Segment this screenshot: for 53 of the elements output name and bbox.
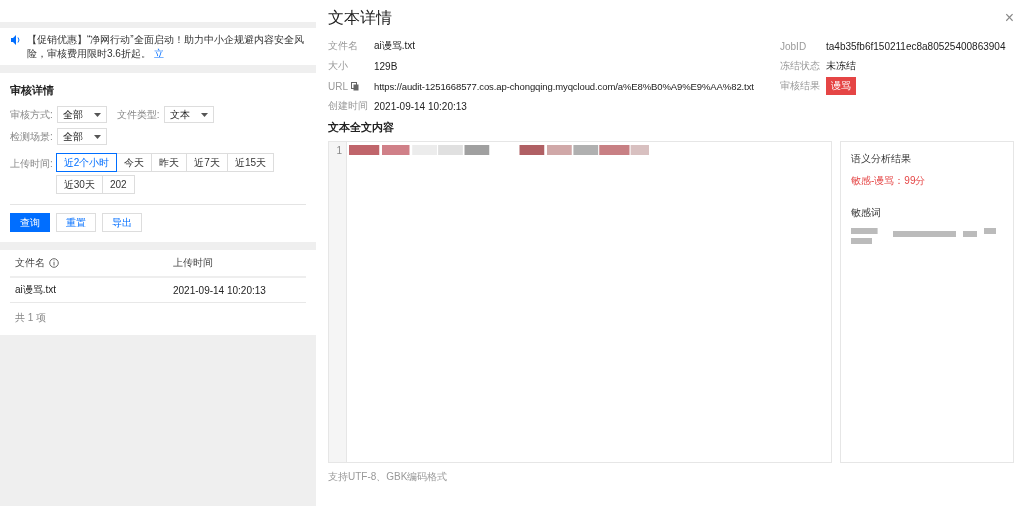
field-label: 审核结果: [780, 79, 820, 93]
time-range-tab[interactable]: 近15天: [226, 153, 275, 172]
field-label: 创建时间: [328, 99, 368, 113]
caret-icon: [93, 112, 101, 117]
speaker-icon: [10, 34, 22, 46]
filter-label: 审核方式:: [10, 107, 53, 122]
filter-select[interactable]: 文本: [163, 106, 214, 123]
caret-icon: [93, 134, 101, 139]
caret-icon: [200, 112, 208, 117]
time-range-tab[interactable]: 近7天: [186, 153, 228, 172]
column-header: 文件名: [15, 256, 45, 270]
close-button[interactable]: ×: [1004, 9, 1014, 27]
time-range-tab[interactable]: 今天: [116, 153, 153, 172]
field-label: JobID: [780, 40, 807, 52]
info-icon: [49, 258, 59, 268]
field-value: https://audit-1251668577.cos.ap-chongqing.myqcloud.com/a%E8%B0%A9%E9%AA%82.txt: [374, 80, 754, 92]
copy-icon[interactable]: [351, 81, 359, 91]
query-button[interactable]: 查询: [10, 213, 50, 232]
field-value: ai谩骂.txt: [374, 39, 416, 53]
field-value: 2021-09-14 10:20:13: [374, 100, 467, 112]
total-count: 共 1 项: [14, 311, 48, 325]
field-value: ta4b35fb6f150211ec8a80525400863904: [826, 40, 1006, 52]
drawer-title: 文本详情: [328, 7, 392, 28]
time-range-tab[interactable]: 近2个小时: [55, 153, 118, 172]
filter-select[interactable]: 全部: [56, 106, 107, 123]
table-cell: ai谩骂.txt: [15, 283, 57, 297]
promo-text: 【促销优惠】“净网行动”全面启动！助力中小企规避内容安全风险，审核费用限时3.6折起。 立: [27, 33, 305, 60]
field-value: 129B: [374, 60, 398, 72]
action-button[interactable]: 导出: [102, 213, 142, 232]
encoding-note: 支持UTF-8、GBK编码格式: [328, 470, 449, 484]
filter-label: 文件类型:: [116, 107, 160, 122]
time-range-tab[interactable]: 202: [101, 175, 135, 194]
analysis-title: 语义分析结果: [851, 152, 912, 166]
field-label: 冻结状态: [780, 59, 820, 73]
keywords-title: 敏感词: [851, 206, 882, 220]
field-value: 未冻结: [826, 59, 856, 73]
field-label: 大小: [328, 59, 348, 73]
time-range-tab[interactable]: 近30天: [55, 175, 103, 194]
promo-link[interactable]: 立: [153, 47, 164, 59]
field-label: 文件名: [328, 39, 358, 53]
line-number: 1: [336, 145, 342, 156]
filter-label: 上传时间:: [10, 157, 53, 171]
content-title: 文本全文内容: [328, 120, 395, 135]
analysis-result: 敏感-谩骂：99分: [851, 174, 927, 188]
table-cell: 2021-09-14 10:20:13: [173, 284, 266, 296]
time-range-tab[interactable]: 昨天: [151, 153, 188, 172]
section-title: 审核详情: [10, 83, 55, 98]
result-tag: 谩骂: [826, 77, 856, 95]
action-button[interactable]: 重置: [56, 213, 96, 232]
filter-select[interactable]: 全部: [56, 128, 107, 145]
filter-label: 检测场景:: [10, 129, 53, 144]
column-header: 上传时间: [173, 256, 213, 270]
field-label: URL: [328, 80, 348, 92]
